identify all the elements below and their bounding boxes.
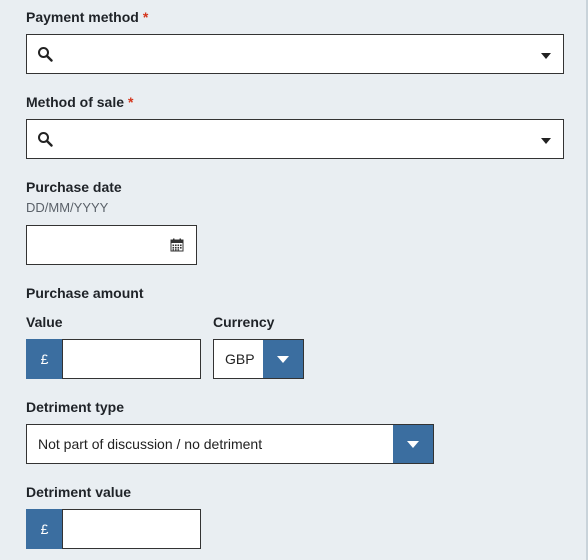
method-of-sale-combobox[interactable] — [26, 119, 564, 159]
currency-prefix: £ — [26, 509, 63, 549]
detriment-value-label: Detriment value — [26, 484, 132, 500]
purchase-date-label: Purchase date — [26, 179, 122, 195]
currency-label: Currency — [213, 314, 275, 330]
chevron-down-icon — [277, 356, 289, 363]
chevron-down-icon — [407, 441, 419, 448]
detriment-type-value: Not part of discussion / no detriment — [38, 436, 263, 452]
search-icon — [38, 47, 53, 62]
detriment-type-dropdown-button[interactable] — [393, 425, 433, 463]
currency-select-value: GBP — [225, 351, 255, 367]
detriment-type-label: Detriment type — [26, 399, 125, 415]
required-marker: * — [142, 9, 149, 25]
search-icon — [38, 132, 53, 147]
detriment-type-select[interactable]: Not part of discussion / no detriment — [26, 424, 434, 464]
currency-dropdown-button[interactable] — [263, 340, 303, 378]
payment-method-label: Payment method * — [26, 9, 149, 25]
detriment-value-input[interactable] — [62, 509, 201, 549]
chevron-down-icon[interactable] — [541, 138, 551, 144]
purchase-date-input[interactable] — [26, 225, 197, 265]
date-format-hint: DD/MM/YYYY — [26, 200, 109, 215]
value-label: Value — [26, 314, 63, 330]
required-marker: * — [128, 94, 134, 110]
purchase-amount-label: Purchase amount — [26, 285, 144, 301]
calendar-icon[interactable] — [170, 238, 184, 252]
payment-method-combobox[interactable] — [26, 34, 564, 74]
chevron-down-icon[interactable] — [541, 53, 551, 59]
method-of-sale-label: Method of sale * — [26, 94, 134, 110]
currency-prefix: £ — [26, 339, 63, 379]
purchase-value-input[interactable] — [62, 339, 201, 379]
currency-select[interactable]: GBP — [213, 339, 304, 379]
